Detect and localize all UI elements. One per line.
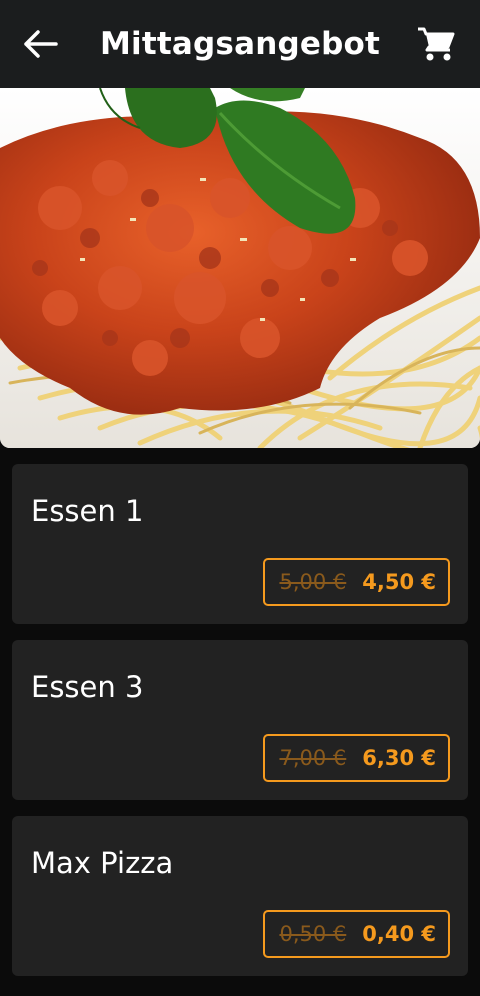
price-button[interactable]: 5,00 € 4,50 € bbox=[263, 558, 450, 606]
shopping-cart-icon bbox=[418, 27, 455, 61]
old-price: 5,00 € bbox=[279, 570, 347, 594]
spaghetti-bolognese-photo bbox=[0, 88, 480, 448]
back-button[interactable] bbox=[20, 24, 60, 64]
menu-item-card[interactable]: Essen 1 5,00 € 4,50 € bbox=[12, 464, 468, 624]
hero-image bbox=[0, 88, 480, 448]
new-price: 4,50 € bbox=[362, 570, 436, 594]
app-bar: Mittagsangebot bbox=[0, 0, 480, 88]
menu-item-card[interactable]: Max Pizza 0,50 € 0,40 € bbox=[12, 816, 468, 976]
menu-item-name: Essen 1 bbox=[31, 494, 144, 528]
price-button[interactable]: 7,00 € 6,30 € bbox=[263, 734, 450, 782]
old-price: 0,50 € bbox=[279, 922, 347, 946]
new-price: 6,30 € bbox=[362, 746, 436, 770]
arrow-left-icon bbox=[24, 30, 58, 58]
menu-item-name: Max Pizza bbox=[31, 846, 174, 880]
page-title: Mittagsangebot bbox=[100, 26, 380, 62]
price-button[interactable]: 0,50 € 0,40 € bbox=[263, 910, 450, 958]
cart-button[interactable] bbox=[414, 22, 458, 66]
menu-list: Essen 1 5,00 € 4,50 € Essen 3 7,00 € 6,3… bbox=[12, 464, 468, 992]
new-price: 0,40 € bbox=[362, 922, 436, 946]
menu-item-name: Essen 3 bbox=[31, 670, 144, 704]
menu-item-card[interactable]: Essen 3 7,00 € 6,30 € bbox=[12, 640, 468, 800]
old-price: 7,00 € bbox=[279, 746, 347, 770]
